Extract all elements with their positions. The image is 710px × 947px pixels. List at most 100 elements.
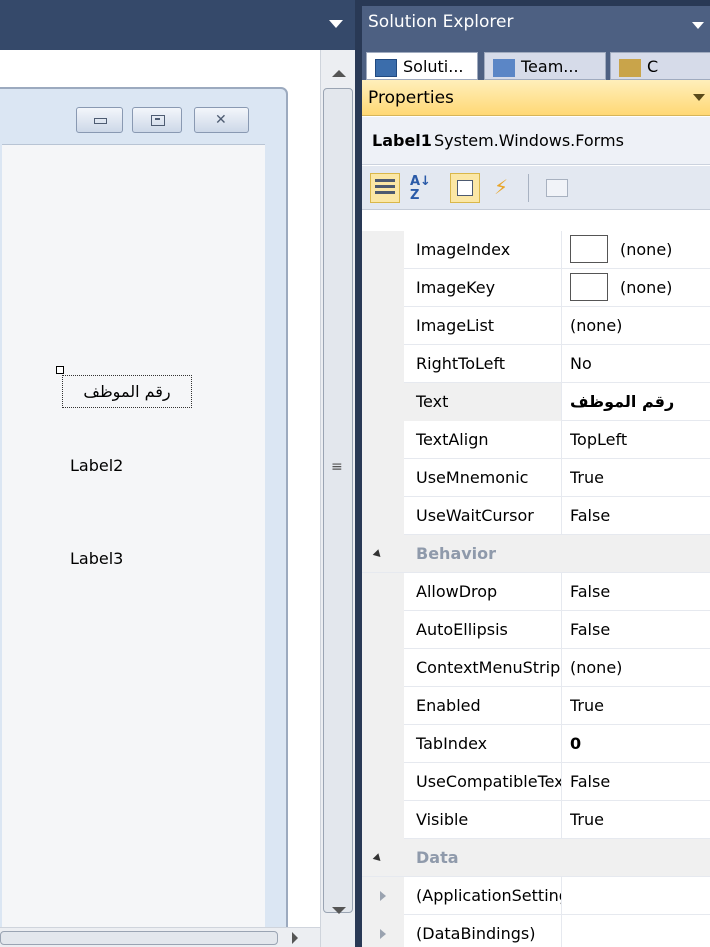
row-gutter (362, 459, 404, 497)
image-swatch (570, 235, 608, 263)
property-name: ImageList (404, 307, 562, 345)
designer-horizontal-scrollbar[interactable] (0, 927, 320, 947)
class-view-icon (619, 59, 641, 77)
property-value[interactable] (570, 915, 710, 947)
property-value[interactable]: False (570, 763, 710, 801)
row-gutter (362, 801, 404, 839)
property-name: UseWaitCursor (404, 497, 562, 535)
property-value[interactable] (570, 877, 710, 915)
property-value[interactable]: رقم الموظف (570, 383, 710, 421)
designer-vertical-scrollbar[interactable]: ≡ (320, 50, 355, 947)
property-row[interactable]: RightToLeft No (362, 345, 710, 383)
image-swatch (570, 273, 608, 301)
close-button[interactable]: ✕ (194, 107, 249, 133)
property-name: UseCompatibleTextRendering (404, 763, 562, 801)
form-client-area[interactable] (2, 144, 265, 944)
property-value[interactable]: True (570, 687, 710, 725)
property-value[interactable]: (none) (570, 307, 710, 345)
tab-team-explorer[interactable]: Team... (484, 52, 606, 80)
expand-icon[interactable] (380, 891, 386, 901)
solution-explorer-panel: Solution Explorer Soluti... Team... C (362, 6, 710, 80)
property-row[interactable]: UseWaitCursor False (362, 497, 710, 535)
property-row[interactable]: TextAlign TopLeft (362, 421, 710, 459)
scroll-down-icon[interactable] (332, 907, 346, 914)
label2-control[interactable]: Label2 (70, 456, 123, 475)
property-value[interactable]: False (570, 497, 710, 535)
events-icon: ⚡ (494, 175, 509, 199)
property-row[interactable]: (DataBindings) (362, 915, 710, 947)
object-type: System.Windows.Forms (434, 131, 624, 150)
property-row[interactable]: ContextMenuStrip (none) (362, 649, 710, 687)
property-row[interactable]: UseCompatibleTextRendering False (362, 763, 710, 801)
scroll-thumb[interactable] (0, 931, 278, 945)
property-value[interactable]: No (570, 345, 710, 383)
tab-label: C (647, 57, 659, 76)
property-name: UseMnemonic (404, 459, 562, 497)
property-row[interactable]: AutoEllipsis False (362, 611, 710, 649)
row-gutter (362, 611, 404, 649)
tab-solution-explorer[interactable]: Soluti... (366, 52, 478, 80)
category-label: Behavior (416, 544, 497, 563)
chevron-down-icon[interactable] (692, 22, 704, 29)
categorized-button[interactable] (370, 173, 400, 203)
object-name: Label1 (372, 131, 432, 150)
chevron-down-icon[interactable] (329, 20, 343, 28)
property-row[interactable]: UseMnemonic True (362, 459, 710, 497)
selection-handle[interactable] (56, 366, 64, 374)
alphabetical-button[interactable]: A↓ Z (406, 173, 436, 203)
collapse-icon[interactable] (372, 549, 384, 560)
property-row[interactable]: ImageKey (none) (362, 269, 710, 307)
scroll-thumb[interactable] (323, 88, 353, 913)
label1-control[interactable]: رقم الموظف (62, 375, 192, 408)
categorized-icon (375, 179, 395, 197)
property-name: (ApplicationSettings) (404, 877, 562, 915)
maximize-button[interactable] (132, 107, 182, 133)
events-button[interactable]: ⚡ (486, 173, 516, 203)
property-value[interactable]: 0 (570, 725, 710, 763)
property-row[interactable]: AllowDrop False (362, 573, 710, 611)
property-row[interactable]: TabIndex 0 (362, 725, 710, 763)
row-gutter (362, 383, 404, 421)
property-value[interactable]: (none) (570, 269, 710, 307)
property-name: ContextMenuStrip (404, 649, 562, 687)
property-name: TabIndex (404, 725, 562, 763)
property-name: TextAlign (404, 421, 562, 459)
property-value[interactable]: (none) (570, 649, 710, 687)
property-value[interactable]: TopLeft (570, 421, 710, 459)
object-selector[interactable]: Label1 System.Windows.Forms (362, 117, 710, 165)
grip-icon: ≡ (331, 459, 343, 475)
tab-class-view[interactable]: C (610, 52, 710, 80)
property-row[interactable]: Enabled True (362, 687, 710, 725)
property-value[interactable]: True (570, 801, 710, 839)
property-value[interactable]: False (570, 611, 710, 649)
property-row[interactable]: (ApplicationSettings) (362, 877, 710, 915)
property-value[interactable]: False (570, 573, 710, 611)
property-value[interactable]: True (570, 459, 710, 497)
expand-icon[interactable] (380, 929, 386, 939)
property-name: AutoEllipsis (404, 611, 562, 649)
property-row[interactable]: ImageIndex (none) (362, 231, 710, 269)
chevron-down-icon[interactable] (693, 94, 705, 101)
collapse-icon[interactable] (372, 853, 384, 864)
property-row[interactable]: ImageList (none) (362, 307, 710, 345)
properties-view-button[interactable] (450, 173, 480, 203)
property-name: ImageKey (404, 269, 562, 307)
row-gutter (362, 269, 404, 307)
category-data[interactable]: Data (362, 839, 710, 877)
label3-control[interactable]: Label3 (70, 549, 123, 568)
category-behavior[interactable]: Behavior (362, 535, 710, 573)
form-window[interactable]: ✕ (0, 87, 288, 947)
property-row[interactable]: Visible True (362, 801, 710, 839)
property-pages-button[interactable] (542, 173, 572, 203)
close-icon: ✕ (215, 112, 227, 128)
property-name: (DataBindings) (404, 915, 562, 947)
property-value[interactable]: (none) (570, 231, 710, 269)
scroll-up-icon[interactable] (332, 70, 346, 77)
minimize-button[interactable] (76, 107, 123, 133)
property-row-selected[interactable]: Text رقم الموظف (362, 383, 710, 421)
row-gutter (362, 573, 404, 611)
property-name: Visible (404, 801, 562, 839)
maximize-icon (151, 115, 165, 126)
scroll-right-icon[interactable] (292, 932, 298, 944)
designer-surface[interactable]: ✕ رقم الموظف Label2 Label3 (0, 50, 320, 947)
